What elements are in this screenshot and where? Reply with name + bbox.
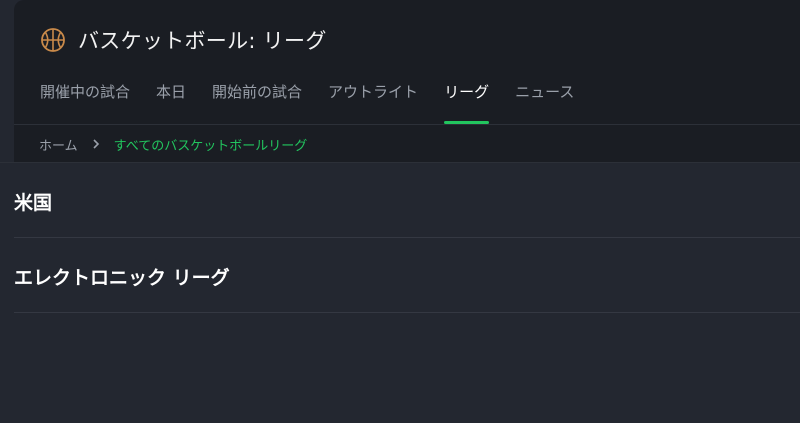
breadcrumb-home-link[interactable]: ホーム — [39, 135, 78, 154]
tab-today[interactable]: 本日 — [156, 80, 186, 124]
page: バスケットボール: リーグ 開催中の試合 本日 開始前の試合 アウトライト リー… — [0, 0, 800, 423]
page-title: バスケットボール: リーグ — [78, 29, 327, 53]
basketball-icon — [40, 27, 66, 53]
tab-leagues[interactable]: リーグ — [444, 80, 490, 124]
title-row: バスケットボール: リーグ — [40, 24, 327, 56]
breadcrumb: ホーム すべてのバスケットボールリーグ — [39, 135, 307, 154]
league-item-electronic[interactable]: エレクトロニック リーグ — [14, 238, 800, 313]
breadcrumb-bar: ホーム すべてのバスケットボールリーグ — [14, 124, 800, 162]
sport-header: バスケットボール: リーグ 開催中の試合 本日 開始前の試合 アウトライト リー… — [14, 0, 800, 124]
tab-live[interactable]: 開催中の試合 — [40, 80, 130, 124]
tab-news[interactable]: ニュース — [515, 80, 574, 124]
league-list: 米国 エレクトロニック リーグ — [14, 163, 800, 313]
chevron-right-icon — [92, 138, 100, 152]
tab-outrights[interactable]: アウトライト — [328, 80, 418, 124]
tab-upcoming[interactable]: 開始前の試合 — [212, 80, 302, 124]
breadcrumb-current[interactable]: すべてのバスケットボールリーグ — [114, 135, 308, 154]
league-name: エレクトロニック リーグ — [14, 267, 230, 289]
tab-bar: 開催中の試合 本日 開始前の試合 アウトライト リーグ ニュース — [40, 80, 600, 124]
league-item-usa[interactable]: 米国 — [14, 163, 800, 238]
league-name: 米国 — [14, 192, 53, 214]
